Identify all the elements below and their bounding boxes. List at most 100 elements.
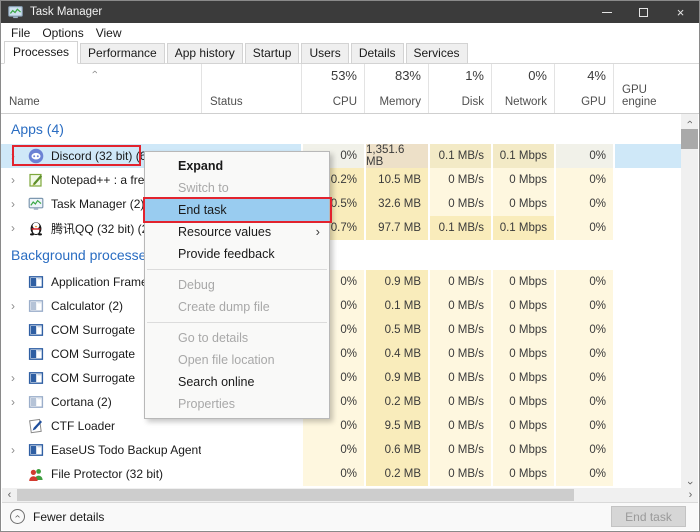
vertical-scrollbar-thumb[interactable]: [681, 129, 698, 149]
notepadpp-icon: [28, 172, 44, 188]
tab-app-history[interactable]: App history: [167, 43, 243, 64]
sort-ascending-icon: ›: [89, 70, 101, 74]
process-name-cell: File Protector (32 bit): [1, 462, 201, 486]
process-row-application-frame-host[interactable]: Application Frame Host0%0.9 MB0 MB/s0 Mb…: [1, 270, 699, 294]
process-row-ctf-loader[interactable]: CTF Loader0%9.5 MB0 MB/s0 Mbps0%: [1, 414, 699, 438]
menubar-item-file[interactable]: File: [5, 24, 36, 42]
process-row-file-protector-32-bit[interactable]: File Protector (32 bit)0%0.2 MB0 MB/s0 M…: [1, 462, 699, 486]
tab-details[interactable]: Details: [351, 43, 404, 64]
tab-startup[interactable]: Startup: [245, 43, 300, 64]
expand-chevron-icon[interactable]: ›: [7, 198, 19, 210]
tab-users[interactable]: Users: [301, 43, 348, 64]
menu-item-switch-to: Switch to: [145, 177, 329, 199]
disk-cell: 0 MB/s: [428, 294, 491, 318]
disk-cell: 0 MB/s: [428, 318, 491, 342]
tab-processes[interactable]: Processes: [4, 41, 78, 64]
process-row-discord-32-bit-6[interactable]: ›Discord (32 bit) (6)0%1,351.6 MB0.1 MB/…: [1, 144, 699, 168]
expand-chevron-icon[interactable]: ›: [7, 222, 19, 234]
memory-cell: 0.9 MB: [364, 366, 428, 390]
submenu-arrow-icon: ›: [316, 221, 320, 243]
tab-performance[interactable]: Performance: [80, 43, 165, 64]
process-name: Calculator (2): [51, 299, 123, 313]
horizontal-scrollbar[interactable]: ‹ ›: [2, 488, 698, 502]
memory-cell: 1,351.6 MB: [364, 144, 428, 168]
network-cell: 0 Mbps: [491, 342, 554, 366]
gpu-engine-cell: [613, 366, 683, 390]
expand-chevron-icon[interactable]: ›: [7, 174, 19, 186]
menubar-item-view[interactable]: View: [90, 24, 128, 42]
discord-icon: [28, 148, 44, 164]
column-header-disk[interactable]: 1%Disk: [428, 64, 491, 113]
disk-cell: 0 MB/s: [428, 414, 491, 438]
gpu-cell: 0%: [554, 342, 613, 366]
expand-chevron-icon[interactable]: ›: [7, 300, 19, 312]
gpu-engine-cell: [613, 318, 683, 342]
column-header-row: › Name Status 53%CPU83%Memory1%Disk0%Net…: [1, 64, 699, 114]
disk-cell: 0 MB/s: [428, 168, 491, 192]
disk-cell: 0 MB/s: [428, 270, 491, 294]
gpu-cell: 0%: [554, 462, 613, 486]
process-name: Task Manager (2): [51, 197, 144, 211]
vertical-scrollbar[interactable]: › ›: [681, 114, 698, 490]
maximize-button[interactable]: [625, 1, 662, 23]
tab-services[interactable]: Services: [406, 43, 468, 64]
network-cell: 0.1 Mbps: [491, 216, 554, 240]
close-button[interactable]: ×: [662, 1, 699, 23]
titlebar[interactable]: Task Manager ×: [1, 1, 699, 23]
scroll-up-icon[interactable]: ›: [681, 114, 698, 129]
fewer-details-toggle[interactable]: › Fewer details: [10, 509, 104, 524]
menubar: FileOptionsView: [1, 23, 699, 43]
menu-item-expand[interactable]: Expand: [145, 155, 329, 177]
process-name: File Protector (32 bit): [51, 467, 163, 481]
menu-item-provide-feedback[interactable]: Provide feedback: [145, 243, 329, 265]
process-row-com-surrogate[interactable]: ›COM Surrogate0%0.9 MB0 MB/s0 Mbps0%: [1, 366, 699, 390]
process-row-calculator-2[interactable]: ›Calculator (2)0%0.1 MB0 MB/s0 Mbps0%: [1, 294, 699, 318]
column-header-memory[interactable]: 83%Memory: [364, 64, 428, 113]
gpu-engine-cell: [613, 144, 683, 168]
scroll-right-icon[interactable]: ›: [683, 489, 698, 501]
process-row-notepad-a-free-gnu[interactable]: ›Notepad++ : a free (GNU...0.2%10.5 MB0 …: [1, 168, 699, 192]
process-row-qq-32-bit-2[interactable]: ›腾讯QQ (32 bit) (2)0.7%97.7 MB0.1 MB/s0.1…: [1, 216, 699, 240]
network-cell: 0 Mbps: [491, 414, 554, 438]
expand-chevron-icon[interactable]: ›: [7, 396, 19, 408]
process-row-com-surrogate[interactable]: COM Surrogate0%0.5 MB0 MB/s0 Mbps0%: [1, 318, 699, 342]
network-cell: 0 Mbps: [491, 318, 554, 342]
end-task-button[interactable]: End task: [611, 506, 686, 527]
statusbar: › Fewer details End task: [2, 502, 698, 530]
annotation-box: [143, 197, 332, 223]
process-row-task-manager-2[interactable]: ›Task Manager (2)0.5%32.6 MB0 MB/s0 Mbps…: [1, 192, 699, 216]
column-header-gpu-engine[interactable]: GPU engine: [613, 64, 683, 113]
process-row-cortana-2[interactable]: ›Cortana (2)0%0.2 MB0 MB/s0 Mbps0%: [1, 390, 699, 414]
menu-item-end-task[interactable]: End task: [145, 199, 329, 221]
task-manager-window: Task Manager × FileOptionsView Processes…: [0, 0, 700, 532]
memory-cell: 97.7 MB: [364, 216, 428, 240]
menubar-item-options[interactable]: Options: [36, 24, 89, 42]
expand-chevron-icon[interactable]: ›: [7, 444, 19, 456]
minimize-button[interactable]: [588, 1, 625, 23]
gpu-engine-cell: [613, 168, 683, 192]
gpu-engine-cell: [613, 438, 683, 462]
process-row-com-surrogate[interactable]: COM Surrogate0%0.4 MB0 MB/s0 Mbps0%: [1, 342, 699, 366]
group-header-apps[interactable]: Apps (4): [1, 114, 699, 144]
scroll-left-icon[interactable]: ‹: [2, 489, 17, 501]
process-name: Discord (32 bit) (6): [51, 149, 150, 163]
process-name: Cortana (2): [51, 395, 112, 409]
cpu-cell: 0%: [301, 438, 364, 462]
status-cell: [201, 462, 301, 486]
column-header-name[interactable]: › Name: [1, 64, 201, 113]
column-header-network[interactable]: 0%Network: [491, 64, 554, 113]
network-cell: 0 Mbps: [491, 438, 554, 462]
process-row-easeus-todo-backup-agent-app[interactable]: ›EaseUS Todo Backup Agent App...0%0.6 MB…: [1, 438, 699, 462]
group-header-background-processes[interactable]: Background processes: [1, 240, 699, 270]
column-header-gpu[interactable]: 4%GPU: [554, 64, 613, 113]
column-header-status[interactable]: Status: [201, 64, 301, 113]
usage-total-gpu: 4%: [587, 68, 606, 83]
column-header-cpu[interactable]: 53%CPU: [301, 64, 364, 113]
expand-chevron-icon[interactable]: ›: [7, 150, 19, 162]
horizontal-scrollbar-thumb[interactable]: [17, 489, 574, 501]
menu-item-resource-values[interactable]: Resource values›: [145, 221, 329, 243]
disk-cell: 0 MB/s: [428, 192, 491, 216]
gpu-engine-cell: [613, 462, 683, 486]
expand-chevron-icon[interactable]: ›: [7, 372, 19, 384]
menu-item-search-online[interactable]: Search online: [145, 371, 329, 393]
